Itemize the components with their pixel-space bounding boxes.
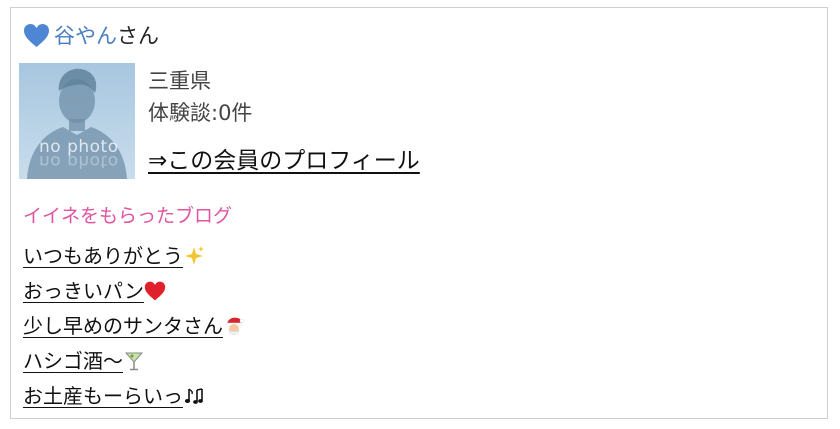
list-item: おっきいパン — [23, 275, 245, 310]
red-heart-icon — [144, 280, 166, 302]
list-item: いつもありがとう — [23, 240, 245, 275]
prefecture: 三重県 — [148, 69, 211, 93]
blue-heart-icon — [23, 23, 50, 48]
santa-icon — [223, 315, 245, 337]
sparkles-icon — [183, 245, 205, 267]
blog-link[interactable]: いつもありがとう — [23, 244, 205, 268]
profile-link[interactable]: ⇒この会員のプロフィール — [148, 141, 420, 175]
blog-title: いつもありがとう — [23, 244, 183, 268]
blog-title: 少し早めのサンタさん — [23, 314, 223, 338]
profile-section: no photo no photo 三重県 体験談:0件 ⇒この会員のプロフィー… — [19, 63, 420, 179]
list-item: お土産もーらいっ — [23, 380, 245, 415]
blog-link[interactable]: 少し早めのサンタさん — [23, 314, 245, 338]
experience-count: 体験談:0件 — [148, 101, 253, 125]
cocktail-icon — [123, 350, 145, 372]
blog-title: お土産もーらいっ — [23, 384, 183, 408]
avatar[interactable]: no photo no photo — [19, 63, 135, 179]
blog-link[interactable]: おっきいパン — [23, 279, 166, 303]
blog-title: ハシゴ酒〜 — [23, 349, 123, 373]
member-name-link[interactable]: 谷やん — [54, 20, 117, 50]
no-photo-reflection: no photo — [39, 151, 119, 171]
blog-link[interactable]: ハシゴ酒〜 — [23, 349, 145, 373]
name-suffix: さん — [117, 24, 159, 48]
blog-link[interactable]: お土産もーらいっ — [23, 384, 205, 408]
list-item: 少し早めのサンタさん — [23, 310, 245, 345]
music-notes-icon — [183, 385, 205, 407]
member-info: 三重県 体験談:0件 ⇒この会員のプロフィール — [148, 63, 420, 179]
member-header: 谷やん さん — [23, 20, 159, 50]
member-card: 谷やん さん no photo no photo 三重県 体験談:0件 ⇒この会… — [10, 7, 828, 419]
liked-blogs-list: いつもありがとう おっきいパン 少し早めのサンタさん ハシゴ酒〜 お土産もーらい… — [23, 240, 245, 415]
list-item: ハシゴ酒〜 — [23, 345, 245, 380]
liked-blogs-title: イイネをもらったブログ — [23, 205, 233, 227]
blog-title: おっきいパン — [23, 279, 144, 303]
